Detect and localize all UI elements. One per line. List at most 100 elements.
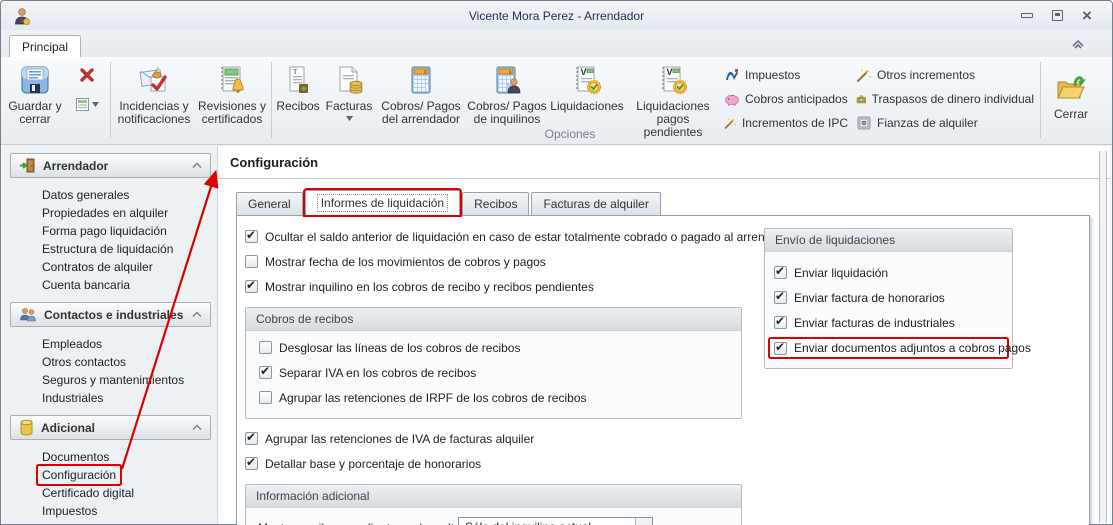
sidebar-section-adicional[interactable]: Adicional (10, 415, 211, 440)
group-title: Cobros de recibos (246, 308, 741, 331)
checkbox-enviar-documentos[interactable]: Enviar documentos adjuntos a cobros pago… (770, 339, 1031, 357)
delete-button[interactable] (79, 67, 95, 83)
checkbox-enviar-liquidacion[interactable]: Enviar liquidación (774, 264, 1012, 281)
liquidations-icon: V (570, 63, 604, 97)
ribbon-button-label: Recibos (276, 99, 320, 113)
ribbon: Guardar y cerrar Incidencias y notificac… (1, 57, 1112, 145)
impuestos-button[interactable]: Impuestos (720, 66, 852, 84)
checkbox[interactable] (774, 340, 787, 355)
tab-facturas-alquiler[interactable]: Facturas de alquiler (531, 192, 661, 215)
facturas-button[interactable]: Facturas (322, 59, 376, 144)
sidebar-item-cuenta-bancaria[interactable]: Cuenta bancaria (42, 276, 213, 294)
people-icon (20, 308, 36, 322)
sidebar-item-empleados[interactable]: Empleados (42, 335, 213, 353)
checkbox-agrupar-iva-facturas[interactable]: Agrupar las retenciones de IVA de factur… (245, 430, 1089, 447)
group-cobros-de-recibos: Cobros de recibos Desglosar las líneas d… (245, 307, 742, 419)
small-button-label: Incrementos de IPC (741, 116, 848, 130)
combo-recibos-pendientes[interactable]: Sólo del inquilino actual (458, 517, 653, 525)
checkbox-enviar-facturas-industriales[interactable]: Enviar facturas de industriales (774, 314, 1012, 331)
tab-informes-de-liquidacion[interactable]: Informes de liquidación (304, 190, 461, 215)
sidebar-item-documentos[interactable]: Documentos (42, 448, 213, 466)
ribbon-button-label: Revisiones y certificados (197, 99, 267, 126)
checkbox[interactable] (774, 264, 787, 279)
incrementos-ipc-button[interactable]: Incrementos de IPC (720, 114, 852, 132)
sidebar-item-datos-generales[interactable]: Datos generales (42, 186, 213, 204)
wand-icon (724, 118, 737, 129)
sidebar-item-propiedades[interactable]: Propiedades en alquiler (42, 204, 213, 222)
sidebar-item-industriales[interactable]: Industriales (42, 389, 213, 407)
cerrar-button[interactable]: Cerrar (1043, 59, 1099, 144)
ribbon-group-caption: Opciones (544, 127, 596, 141)
sidebar-item-otros-contactos[interactable]: Otros contactos (42, 353, 213, 371)
chevron-up-icon (192, 424, 202, 431)
tab-recibos[interactable]: Recibos (462, 192, 530, 215)
checkbox[interactable] (245, 228, 258, 243)
save-close-button[interactable]: Guardar y cerrar (4, 59, 66, 144)
window-title: Vicente Mora Perez - Arrendador (468, 8, 645, 23)
invoice-coins-icon (332, 63, 366, 97)
minimize-button[interactable] (1012, 6, 1042, 25)
ribbon-button-label: Liquidaciones pagos pendientes (636, 99, 710, 139)
checkbox[interactable] (245, 430, 258, 445)
svg-text:V: V (667, 67, 673, 77)
close-window-button[interactable]: × (1072, 6, 1102, 25)
checkbox-agrupar-irpf[interactable]: Agrupar las retenciones de IRPF de los c… (259, 389, 741, 406)
fianzas-alquiler-button[interactable]: Fianzas de alquiler (852, 114, 1038, 132)
group-title: Información adicional (246, 485, 741, 508)
restore-button[interactable] (1042, 6, 1072, 25)
piggy-bank-icon (725, 94, 739, 106)
checkbox-separar-iva[interactable]: Separar IVA en los cobros de recibos (259, 364, 741, 381)
chevron-down-icon (345, 116, 353, 121)
safe-icon (857, 116, 871, 130)
form-row-pendientes: Mostrar recibos pendientes y devueltos: … (258, 517, 741, 525)
ribbon-collapse-icon[interactable] (1070, 37, 1086, 51)
checkbox-enviar-factura-honorarios[interactable]: Enviar factura de honorarios (774, 289, 1012, 306)
checkbox[interactable] (245, 278, 258, 293)
checkbox-desglosar-lineas[interactable]: Desglosar las líneas de los cobros de re… (259, 339, 741, 356)
incidencias-button[interactable]: Incidencias y notificaciones (113, 59, 195, 144)
money-case-icon (856, 95, 866, 104)
sidebar-item-configuracion[interactable]: Configuración (42, 466, 213, 484)
tab-general[interactable]: General (236, 192, 303, 215)
combo-value: Sólo del inquilino actual (459, 518, 635, 525)
cobros-anticipados-button[interactable]: Cobros anticipados (720, 90, 852, 108)
traspasos-dinero-button[interactable]: Traspasos de dinero individual (852, 90, 1038, 108)
calculator-person-icon: 0 (490, 63, 524, 97)
checkbox-detallar-base[interactable]: Detallar base y porcentaje de honorarios (245, 455, 1089, 472)
checkbox[interactable] (259, 364, 272, 379)
ribbon-tab-label: Principal (22, 40, 69, 54)
database-icon (20, 419, 33, 436)
cobros-pagos-arrendador-button[interactable]: 0 Cobros/ Pagos del arrendador (376, 59, 466, 144)
sidebar-item-seguros[interactable]: Seguros y mantenimientos (42, 371, 213, 389)
revisiones-button[interactable]: Revisiones y certificados (195, 59, 269, 144)
sidebar-section-contactos[interactable]: Contactos e industriales (10, 302, 211, 327)
chevron-down-icon[interactable] (635, 518, 652, 525)
sidebar-item-impuestos[interactable]: Impuestos (42, 502, 213, 520)
sidebar-item-estructura[interactable]: Estructura de liquidación (42, 240, 213, 258)
ribbon-tab-strip: Principal (1, 30, 1112, 57)
title-bar[interactable]: Vicente Mora Perez - Arrendador × (1, 1, 1112, 30)
checkbox[interactable] (774, 314, 787, 329)
sidebar-item-contratos[interactable]: Contratos de alquiler (42, 258, 213, 276)
recibos-button[interactable]: T Recibos (274, 59, 322, 144)
ribbon-button-label: Cerrar (1053, 107, 1088, 121)
checkbox[interactable] (259, 341, 272, 354)
content-panel: Configuración General Informes de liquid… (218, 146, 1110, 525)
liquidations-icon: V (656, 63, 690, 97)
checkbox[interactable] (245, 255, 258, 268)
sidebar-section-arrendador[interactable]: Arrendador (10, 153, 211, 178)
otros-incrementos-button[interactable]: Otros incrementos (852, 66, 1038, 84)
list-dropdown-button[interactable] (75, 97, 99, 112)
group-envio-liquidaciones: Envío de liquidaciones Enviar liquidació… (764, 228, 1031, 369)
list-icon (76, 98, 89, 111)
checkbox[interactable] (259, 391, 272, 404)
liquidaciones-pendientes-button[interactable]: V Liquidaciones pagos pendientes (626, 59, 720, 144)
notepad-bell-icon (215, 63, 249, 97)
sidebar-item-certificado-digital[interactable]: Certificado digital (42, 484, 213, 502)
checkbox[interactable] (245, 455, 258, 470)
checkbox[interactable] (774, 289, 787, 304)
ribbon-tab-principal[interactable]: Principal (9, 35, 82, 57)
app-window: Vicente Mora Perez - Arrendador × Princi… (0, 0, 1113, 525)
sidebar-section-title: Adicional (41, 420, 96, 435)
sidebar-item-forma-pago[interactable]: Forma pago liquidación (42, 222, 213, 240)
